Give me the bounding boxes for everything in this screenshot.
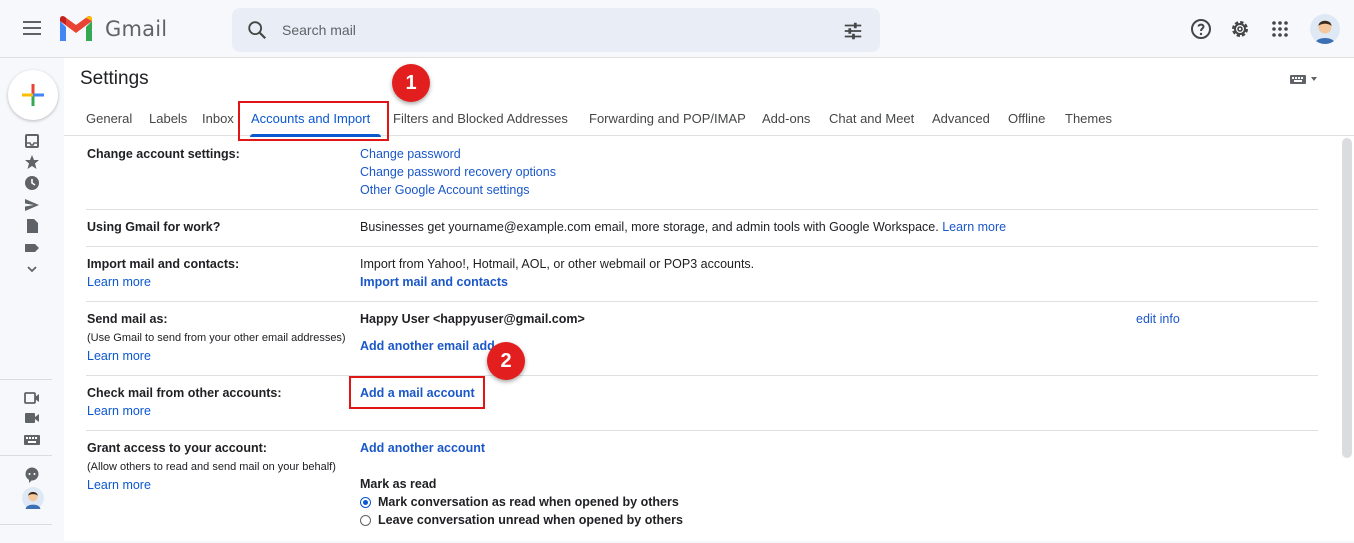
send-icon[interactable] [24,197,40,213]
row-label: Check mail from other accounts: [87,386,282,400]
tab-offline[interactable]: Offline [1008,111,1045,126]
keyboard-rail-icon[interactable] [24,432,40,448]
chat-icon[interactable] [24,467,40,483]
tab-inbox[interactable]: Inbox [202,111,234,126]
row-label: Grant access to your account: [87,441,267,455]
settings-row-send-as: Send mail as: (Use Gmail to send from yo… [86,302,1318,376]
tab-advanced[interactable]: Advanced [932,111,990,126]
step-1-badge: 1 [392,64,430,102]
star-icon[interactable] [24,154,40,170]
mark-read-label[interactable]: Mark conversation as read when opened by… [378,495,679,509]
app-title: Gmail [105,17,168,41]
user-avatar-icon[interactable] [22,487,44,509]
vertical-scrollbar[interactable] [1342,138,1352,458]
apps-icon[interactable] [1268,17,1292,41]
rail-divider [0,455,52,456]
main-menu-icon[interactable] [18,17,46,41]
tune-icon[interactable] [842,20,864,42]
settings-row-change-account: Change account settings: Change password… [86,137,1318,210]
tab-add-ons[interactable]: Add-ons [762,111,810,126]
search-bar[interactable] [232,8,880,52]
step-2-badge: 2 [487,342,525,380]
gmail-logo-icon[interactable] [58,14,94,44]
video-call-icon[interactable] [24,410,40,426]
import-description: Import from Yahoo!, Hotmail, AOL, or oth… [360,257,755,271]
meet-icon[interactable] [24,390,40,406]
gear-icon[interactable] [1228,17,1252,41]
clock-icon[interactable] [24,175,40,191]
highlight-accounts-tab [238,101,389,141]
settings-row-check-mail: Check mail from other accounts: Learn mo… [86,376,1318,431]
help-icon[interactable] [1189,17,1213,41]
send-as-learn-more-link[interactable]: Learn more [87,349,151,363]
add-another-email-link[interactable]: Add another email add [360,339,495,353]
tab-labels[interactable]: Labels [149,111,187,126]
leave-unread-label[interactable]: Leave conversation unread when opened by… [378,513,683,527]
search-icon[interactable] [246,19,268,41]
page-title: Settings [80,68,149,89]
row-label: Using Gmail for work? [87,220,221,234]
change-recovery-link[interactable]: Change password recovery options [360,165,556,179]
settings-row-import: Import mail and contacts: Learn more Imp… [86,247,1318,302]
row-label: Import mail and contacts: [87,257,240,271]
label-icon[interactable] [24,240,40,256]
highlight-add-mail-account [349,376,485,409]
rail-divider [0,524,52,525]
compose-button[interactable] [8,70,58,120]
top-bar: Gmail [0,0,1354,58]
search-input[interactable] [282,8,822,52]
row-sublabel: (Allow others to read and send mail on y… [87,461,336,473]
check-mail-learn-more-link[interactable]: Learn more [87,404,151,418]
mark-as-read-title: Mark as read [360,477,437,491]
edit-info-link[interactable]: edit info [1136,312,1180,326]
chevron-down-icon[interactable] [24,261,40,277]
row-sublabel: (Use Gmail to send from your other email… [87,332,346,344]
inbox-icon[interactable] [24,133,40,149]
row-label: Send mail as: [87,312,168,326]
tab-themes[interactable]: Themes [1065,111,1112,126]
left-rail [0,58,64,541]
import-learn-more-link[interactable]: Learn more [87,275,151,289]
tab-filters[interactable]: Filters and Blocked Addresses [393,111,568,126]
grant-learn-more-link[interactable]: Learn more [87,478,151,492]
send-as-identity: Happy User <happyuser@gmail.com> [360,312,585,326]
draft-icon[interactable] [24,218,40,234]
change-password-link[interactable]: Change password [360,147,461,161]
add-another-account-link[interactable]: Add another account [360,441,485,455]
row-label: Change account settings: [87,147,240,161]
workspace-learn-more-link[interactable]: Learn more [942,220,1006,234]
workspace-description: Businesses get yourname@example.com emai… [360,220,939,234]
import-mail-contacts-link[interactable]: Import mail and contacts [360,275,508,289]
tab-chat-and-meet[interactable]: Chat and Meet [829,111,914,126]
settings-content: Change account settings: Change password… [64,137,1354,541]
settings-row-work: Using Gmail for work? Businesses get you… [86,210,1318,247]
mark-read-radio[interactable] [360,497,371,508]
rail-divider [0,379,52,380]
compose-plus-icon [22,84,44,106]
account-avatar[interactable] [1310,14,1340,44]
keyboard-icon[interactable] [1290,72,1322,86]
leave-unread-radio[interactable] [360,515,371,526]
tab-forwarding[interactable]: Forwarding and POP/IMAP [589,111,746,126]
settings-row-grant-access: Grant access to your account: (Allow oth… [86,431,1318,543]
workspace-text: Businesses get yourname@example.com emai… [360,220,1006,234]
google-account-settings-link[interactable]: Other Google Account settings [360,183,530,197]
tab-general[interactable]: General [86,111,132,126]
